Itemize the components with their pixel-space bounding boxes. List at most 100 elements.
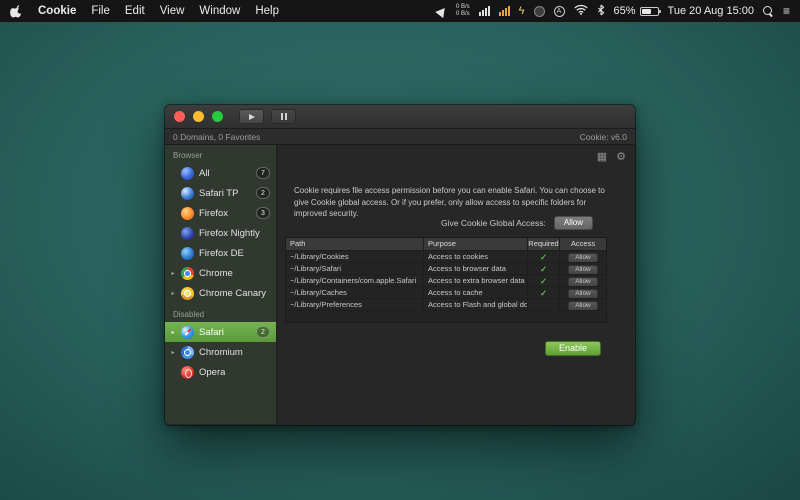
settings-gear-icon[interactable]: ⚙ <box>616 150 626 163</box>
purpose-cell: Access to cache <box>424 287 528 298</box>
app-badge-icon[interactable]: A <box>554 6 565 17</box>
zoom-button[interactable] <box>212 111 223 122</box>
sidebar-item-all[interactable]: All 7 <box>165 163 276 183</box>
column-header-path: Path <box>286 238 424 250</box>
disclosure-icon[interactable]: ▸ <box>170 290 176 297</box>
network-up-speed: 0 B/s <box>456 4 470 11</box>
status-circle-icon[interactable] <box>534 6 545 17</box>
browser-sidebar: Browser All 7 Safari TP 2 Firefox 3 <box>165 145 277 424</box>
row-allow-button[interactable]: Allow <box>568 289 598 298</box>
opera-icon <box>181 366 194 379</box>
menu-help[interactable]: Help <box>255 5 279 17</box>
power-bolt-icon[interactable]: ϟ <box>519 6 525 16</box>
activity-monitor-icon[interactable] <box>479 6 490 16</box>
domains-favorites-count: 0 Domains, 0 Favorites <box>173 132 260 142</box>
spotlight-search-icon[interactable] <box>763 6 774 17</box>
all-browsers-icon <box>181 167 194 180</box>
pause-icon <box>281 113 287 120</box>
app-version: Cookie: v6.0 <box>580 132 627 142</box>
sidebar-section-browser: Browser <box>165 148 276 163</box>
row-allow-button[interactable]: Allow <box>568 301 598 310</box>
safari-tp-icon <box>181 187 194 200</box>
permission-message: Cookie requires file access permission b… <box>294 185 614 220</box>
play-button[interactable] <box>239 109 264 124</box>
purpose-cell: Access to browser data <box>424 263 528 274</box>
chromium-icon <box>181 346 194 359</box>
minimize-button[interactable] <box>193 111 204 122</box>
firefox-nightly-icon <box>181 227 194 240</box>
safari-icon <box>181 326 194 339</box>
count-badge: 2 <box>256 187 270 199</box>
permission-panel: ▦ ⚙ Cookie requires file access permissi… <box>277 145 635 424</box>
sidebar-item-firefox-nightly[interactable]: Firefox Nightly <box>165 223 276 243</box>
purpose-cell: Access to Flash and global dow <box>424 299 528 310</box>
sidebar-item-chrome[interactable]: ▸ Chrome <box>165 263 276 283</box>
count-badge: 7 <box>256 167 270 179</box>
battery-indicator[interactable]: 65% <box>614 5 659 17</box>
sidebar-item-chrome-canary[interactable]: ▸ Chrome Canary <box>165 283 276 303</box>
count-badge: 2 <box>256 326 270 338</box>
required-check-icon: ✓ <box>528 251 560 262</box>
table-header-row: Path Purpose Required Access <box>286 238 606 251</box>
wifi-icon[interactable] <box>574 4 588 18</box>
menu-edit[interactable]: Edit <box>125 5 145 17</box>
window-titlebar[interactable] <box>165 105 635 129</box>
chrome-icon <box>181 267 194 280</box>
disclosure-icon[interactable]: ▸ <box>170 270 176 277</box>
play-icon <box>249 114 255 120</box>
sidebar-item-safari[interactable]: ▸ Safari 2 <box>165 322 276 342</box>
menu-file[interactable]: File <box>91 5 110 17</box>
global-access-label: Give Cookie Global Access: <box>441 218 546 228</box>
path-cell: ~/Library/Safari <box>286 263 424 274</box>
notification-center-icon[interactable]: ≡ <box>783 4 790 18</box>
firefox-de-icon <box>181 247 194 260</box>
sidebar-item-safari-tp[interactable]: Safari TP 2 <box>165 183 276 203</box>
battery-percent: 65% <box>614 5 636 17</box>
required-check-icon: ✓ <box>528 275 560 286</box>
close-button[interactable] <box>174 111 185 122</box>
sidebar-section-disabled: Disabled <box>165 307 276 322</box>
sidebar-item-opera[interactable]: Opera <box>165 362 276 382</box>
menu-view[interactable]: View <box>160 5 185 17</box>
table-row: ~/Library/Containers/com.apple.Safari Ac… <box>286 275 606 287</box>
disclosure-icon[interactable]: ▸ <box>170 349 176 356</box>
row-allow-button[interactable]: Allow <box>568 253 598 262</box>
enable-button[interactable]: Enable <box>545 341 601 356</box>
required-check-icon: ✓ <box>528 287 560 298</box>
purpose-cell: Access to cookies <box>424 251 528 262</box>
table-row: ~/Library/Safari Access to browser data … <box>286 263 606 275</box>
table-row: ~/Library/Preferences Access to Flash an… <box>286 299 606 311</box>
bluetooth-icon[interactable] <box>597 4 605 19</box>
location-services-icon[interactable] <box>435 4 448 17</box>
table-row: ~/Library/Caches Access to cache ✓ Allow <box>286 287 606 299</box>
apple-menu-icon[interactable] <box>10 4 23 18</box>
required-check-icon <box>528 299 560 310</box>
table-view-icon[interactable]: ▦ <box>597 150 607 163</box>
menu-window[interactable]: Window <box>199 5 240 17</box>
cookie-app-window: 0 Domains, 0 Favorites Cookie: v6.0 Brow… <box>165 105 635 425</box>
table-row: ~/Library/Cookies Access to cookies ✓ Al… <box>286 251 606 263</box>
network-down-speed: 0 B/s <box>456 11 470 18</box>
path-cell: ~/Library/Cookies <box>286 251 424 262</box>
global-allow-button[interactable]: Allow <box>554 216 593 230</box>
stats-meter-icon[interactable] <box>499 6 510 16</box>
row-allow-button[interactable]: Allow <box>568 277 598 286</box>
count-badge: 3 <box>256 207 270 219</box>
menubar-clock[interactable]: Tue 20 Aug 15:00 <box>668 5 754 17</box>
purpose-cell: Access to extra browser data <box>424 275 528 286</box>
required-check-icon: ✓ <box>528 263 560 274</box>
menubar-app-name[interactable]: Cookie <box>38 5 76 17</box>
sidebar-item-chromium[interactable]: ▸ Chromium <box>165 342 276 362</box>
row-allow-button[interactable]: Allow <box>568 265 598 274</box>
menu-bar: Cookie File Edit View Window Help 0 B/s … <box>0 0 800 22</box>
path-cell: ~/Library/Containers/com.apple.Safari <box>286 275 424 286</box>
column-header-purpose: Purpose <box>424 238 528 250</box>
window-statusbar: 0 Domains, 0 Favorites Cookie: v6.0 <box>165 129 635 145</box>
column-header-required: Required <box>528 238 560 250</box>
sidebar-item-firefox[interactable]: Firefox 3 <box>165 203 276 223</box>
pause-button[interactable] <box>271 109 296 124</box>
network-speed-indicator[interactable]: 0 B/s 0 B/s <box>456 4 470 18</box>
disclosure-icon[interactable]: ▸ <box>170 329 176 336</box>
battery-icon <box>640 7 659 16</box>
sidebar-item-firefox-de[interactable]: Firefox DE <box>165 243 276 263</box>
